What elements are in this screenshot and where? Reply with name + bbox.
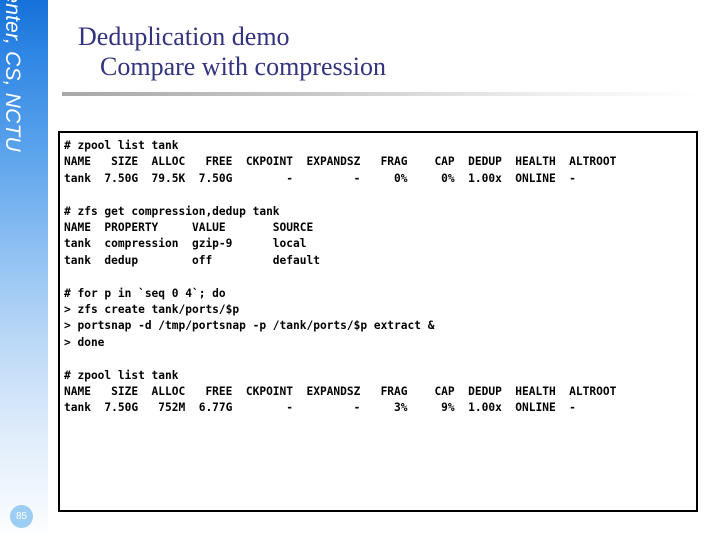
terminal-block-for-loop-extract-ports: # for p in `seq 0 4`; do > zfs create ta…: [64, 286, 435, 349]
page-title: Deduplication demo Compare with compress…: [78, 22, 698, 82]
sidebar-gradient-band: Computer Center, CS, NCTU: [0, 0, 48, 540]
terminal-block-zfs-get-properties: # zfs get compression,dedup tank NAME PR…: [64, 204, 320, 267]
sidebar-organization-label: Computer Center, CS, NCTU: [1, 0, 24, 152]
page-title-line-2: Compare with compression: [100, 52, 386, 81]
terminal-block-zpool-list-after: # zpool list tank NAME SIZE ALLOC FREE C…: [64, 368, 617, 415]
terminal-block-zpool-list-before: # zpool list tank NAME SIZE ALLOC FREE C…: [64, 139, 617, 185]
title-underline-rule: [62, 92, 699, 96]
terminal-output-box: # zpool list tank NAME SIZE ALLOC FREE C…: [58, 131, 698, 512]
page-title-line-1: Deduplication demo: [78, 22, 290, 51]
slide-canvas: Computer Center, CS, NCTU 85 Deduplicati…: [0, 0, 720, 540]
page-number-badge: 85: [10, 505, 33, 528]
